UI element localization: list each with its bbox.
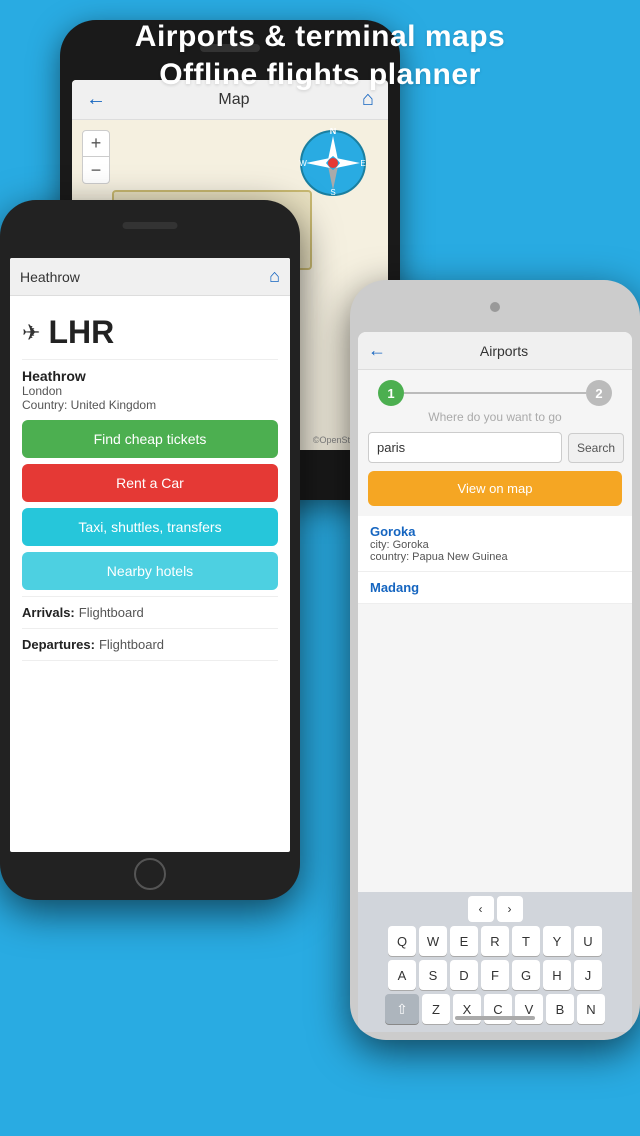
airport-city: London: [22, 384, 278, 398]
lhr-navbar: Heathrow ⌂: [10, 258, 290, 296]
key-y[interactable]: Y: [543, 926, 571, 956]
keyboard-row-1: Q W E R T Y U: [360, 926, 630, 956]
departures-value[interactable]: Flightboard: [99, 637, 164, 652]
lhr-action-buttons: Find cheap tickets Rent a Car Taxi, shut…: [22, 420, 278, 590]
right-phone: ← Airports 1 2 Where do you want to go S…: [350, 280, 640, 1040]
key-g[interactable]: G: [512, 960, 540, 990]
zoom-out-button[interactable]: −: [83, 157, 109, 183]
step-2-circle: 2: [586, 380, 612, 406]
result-madang[interactable]: Madang: [358, 572, 632, 604]
key-d[interactable]: D: [450, 960, 478, 990]
taxi-button[interactable]: Taxi, shuttles, transfers: [22, 508, 278, 546]
view-on-map-button[interactable]: View on map: [368, 471, 622, 506]
lhr-info-row: Heathrow London Country: United Kingdom: [22, 360, 278, 414]
airports-back-icon[interactable]: ←: [368, 340, 386, 361]
result-goroka-city: city: Goroka: [370, 539, 620, 551]
arrivals-value[interactable]: Flightboard: [79, 605, 144, 620]
lhr-flightboard: Arrivals: Flightboard Departures: Flight…: [22, 596, 278, 661]
svg-text:E: E: [360, 159, 365, 168]
zoom-in-button[interactable]: +: [83, 131, 109, 157]
result-goroka-country: country: Papua New Guinea: [370, 551, 620, 563]
result-goroka[interactable]: Goroka city: Goroka country: Papua New G…: [358, 516, 632, 572]
lhr-code-row: ✈ LHR: [22, 306, 278, 360]
result-madang-name: Madang: [370, 580, 620, 595]
shift-key[interactable]: ⇧: [385, 994, 419, 1024]
where-placeholder-text: Where do you want to go: [358, 406, 632, 432]
kb-right-arrow[interactable]: ›: [497, 896, 523, 922]
header-line1: Airports & terminal maps: [10, 18, 630, 56]
svg-text:W: W: [299, 159, 307, 168]
airport-code: LHR: [48, 314, 114, 351]
kb-left-arrow[interactable]: ‹: [468, 896, 494, 922]
key-h[interactable]: H: [543, 960, 571, 990]
compass-rose: N S W E: [298, 128, 368, 198]
left-phone: Heathrow ⌂ ✈ LHR Heathrow London Country…: [0, 200, 300, 900]
key-j[interactable]: J: [574, 960, 602, 990]
key-b[interactable]: B: [546, 994, 574, 1024]
keyboard-arrow-row: ‹ ›: [360, 896, 630, 922]
result-goroka-name: Goroka: [370, 524, 620, 539]
svg-text:S: S: [330, 188, 335, 197]
airport-search-input[interactable]: [368, 432, 562, 463]
search-button[interactable]: Search: [568, 433, 624, 463]
header-line2: Offline flights planner: [10, 56, 630, 94]
stepper-row: 1 2: [358, 370, 632, 406]
keyboard: ‹ › Q W E R T Y U A S D F G H J: [358, 892, 632, 1032]
lhr-navbar-title: Heathrow: [20, 269, 80, 285]
airport-country: Country: United Kingdom: [22, 398, 278, 412]
airports-title: Airports: [386, 343, 622, 359]
step-1-circle: 1: [378, 380, 404, 406]
key-f[interactable]: F: [481, 960, 509, 990]
arrivals-label: Arrivals:: [22, 605, 75, 620]
search-row: Search: [358, 432, 632, 471]
step-connector: [404, 392, 586, 394]
plane-icon: ✈: [22, 320, 40, 346]
key-u[interactable]: U: [574, 926, 602, 956]
left-phone-speaker: [123, 222, 178, 229]
airports-navbar: ← Airports: [358, 332, 632, 370]
left-phone-screen: Heathrow ⌂ ✈ LHR Heathrow London Country…: [10, 258, 290, 852]
key-e[interactable]: E: [450, 926, 478, 956]
key-a[interactable]: A: [388, 960, 416, 990]
key-t[interactable]: T: [512, 926, 540, 956]
find-tickets-button[interactable]: Find cheap tickets: [22, 420, 278, 458]
key-w[interactable]: W: [419, 926, 447, 956]
rent-car-button[interactable]: Rent a Car: [22, 464, 278, 502]
right-phone-screen: ← Airports 1 2 Where do you want to go S…: [358, 332, 632, 1032]
departures-row: Departures: Flightboard: [22, 629, 278, 661]
key-q[interactable]: Q: [388, 926, 416, 956]
right-phone-camera: [490, 302, 500, 312]
key-r[interactable]: R: [481, 926, 509, 956]
key-s[interactable]: S: [419, 960, 447, 990]
step-1: 1: [378, 380, 404, 406]
app-header: Airports & terminal maps Offline flights…: [0, 0, 640, 103]
keyboard-row-2: A S D F G H J: [360, 960, 630, 990]
hotels-button[interactable]: Nearby hotels: [22, 552, 278, 590]
arrivals-row: Arrivals: Flightboard: [22, 597, 278, 629]
svg-text:N: N: [330, 128, 337, 136]
departures-label: Departures:: [22, 637, 95, 652]
right-phone-home-bar: [455, 1016, 535, 1020]
key-n[interactable]: N: [577, 994, 605, 1024]
key-z[interactable]: Z: [422, 994, 450, 1024]
left-phone-home-button[interactable]: [134, 858, 166, 890]
lhr-body: ✈ LHR Heathrow London Country: United Ki…: [10, 296, 290, 661]
lhr-home-icon[interactable]: ⌂: [269, 266, 280, 287]
step-2: 2: [586, 380, 612, 406]
airport-name: Heathrow: [22, 368, 278, 384]
map-zoom-controls: + −: [82, 130, 110, 184]
